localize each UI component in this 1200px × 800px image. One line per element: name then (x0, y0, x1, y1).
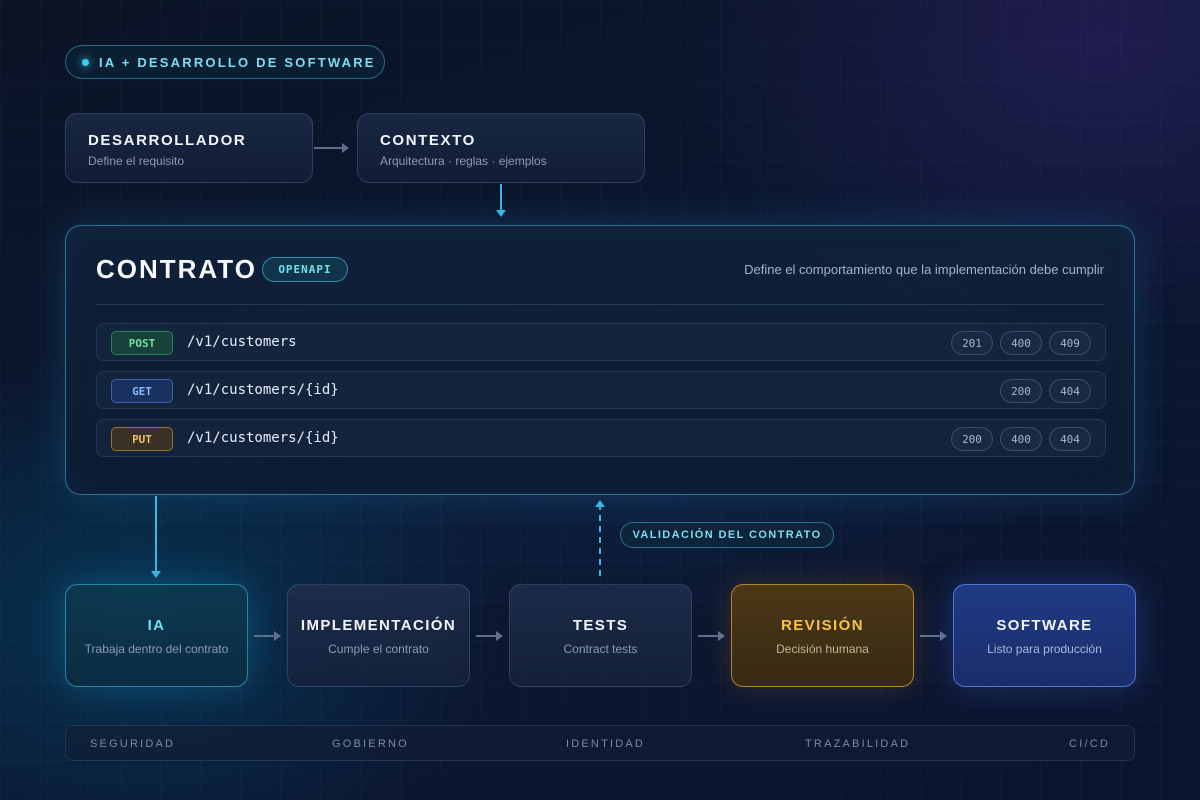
openapi-badge: OPENAPI (262, 257, 348, 282)
flow-step-title: TESTS (572, 617, 629, 634)
validation-label: VALIDACIÓN DEL CONTRATO (620, 522, 834, 548)
context-box: CONTEXTO Arquitectura · reglas · ejemplo… (357, 113, 645, 183)
contract-panel: CONTRATO OPENAPI Define el comportamient… (65, 225, 1135, 495)
contract-description: Define el comportamiento que la implemen… (744, 262, 1104, 277)
method-badge-get: GET (111, 379, 173, 403)
endpoint-path: /v1/customers/{id} (187, 382, 339, 398)
status-code-badge: 404 (1049, 427, 1091, 451)
footer-item-traceability: TRAZABILIDAD (805, 738, 911, 750)
status-dot-icon (82, 58, 89, 66)
method-badge-post: POST (111, 331, 173, 355)
flow-step-subtitle: Trabaja dentro del contrato (84, 642, 229, 656)
status-code-badge: 200 (1000, 379, 1042, 403)
status-code-badge: 400 (1000, 427, 1042, 451)
endpoint-row: PUT /v1/customers/{id} 200 400 404 (96, 419, 1106, 457)
endpoint-row: GET /v1/customers/{id} 200 404 (96, 371, 1106, 409)
method-badge-put: PUT (111, 427, 173, 451)
arrow-right-icon (476, 631, 503, 641)
flow-step-subtitle: Contract tests (563, 642, 638, 656)
section-tag-label: IA + DESARROLLO DE SOFTWARE (99, 54, 376, 70)
status-code-badge: 404 (1049, 379, 1091, 403)
flow-step-review: REVISIÓN Decisión humana (731, 584, 914, 687)
developer-subtitle: Define el requisito (88, 154, 185, 168)
flow-step-subtitle: Listo para producción (987, 642, 1102, 656)
flow-step-subtitle: Cumple el contrato (328, 642, 429, 656)
status-codes: 201 400 409 (951, 331, 1091, 355)
developer-box: DESARROLLADOR Define el requisito (65, 113, 313, 183)
dashed-arrow-up-icon (595, 500, 605, 576)
context-subtitle: Arquitectura · reglas · ejemplos (380, 154, 547, 168)
footer-item-governance: GOBIERNO (332, 738, 409, 750)
status-codes: 200 404 (1000, 379, 1091, 403)
endpoint-path: /v1/customers/{id} (187, 430, 339, 446)
arrow-right-icon (698, 631, 725, 641)
developer-title: DESARROLLADOR (88, 132, 247, 149)
flow-step-title: IA (147, 617, 166, 634)
flow-step-subtitle: Decisión humana (776, 642, 869, 656)
footer-bar: SEGURIDAD GOBIERNO IDENTIDAD TRAZABILIDA… (65, 725, 1135, 761)
arrow-right-icon (254, 631, 281, 641)
status-codes: 200 400 404 (951, 427, 1091, 451)
context-title: CONTEXTO (380, 132, 476, 149)
flow-step-tests: TESTS Contract tests (509, 584, 692, 687)
flow-step-title: REVISIÓN (781, 617, 864, 634)
contract-title: CONTRATO (96, 254, 257, 284)
section-tag: IA + DESARROLLO DE SOFTWARE (65, 45, 385, 79)
arrow-right-icon (920, 631, 947, 641)
endpoint-path: /v1/customers (187, 334, 297, 350)
flow-step-ia: IA Trabaja dentro del contrato (65, 584, 248, 687)
flow-step-implementation: IMPLEMENTACIÓN Cumple el contrato (287, 584, 470, 687)
flow-step-title: IMPLEMENTACIÓN (300, 617, 457, 634)
flow-step-software: SOFTWARE Listo para producción (953, 584, 1136, 687)
footer-item-security: SEGURIDAD (90, 738, 176, 750)
arrow-right-icon (314, 143, 349, 153)
arrow-down-icon (151, 496, 161, 578)
divider (96, 304, 1104, 305)
arrow-down-icon (496, 184, 506, 217)
status-code-badge: 200 (951, 427, 993, 451)
footer-item-cicd: CI/CD (1069, 738, 1110, 750)
footer-item-identity: IDENTIDAD (566, 738, 646, 750)
status-code-badge: 409 (1049, 331, 1091, 355)
status-code-badge: 201 (951, 331, 993, 355)
endpoint-row: POST /v1/customers 201 400 409 (96, 323, 1106, 361)
status-code-badge: 400 (1000, 331, 1042, 355)
flow-step-title: SOFTWARE (996, 617, 1093, 634)
